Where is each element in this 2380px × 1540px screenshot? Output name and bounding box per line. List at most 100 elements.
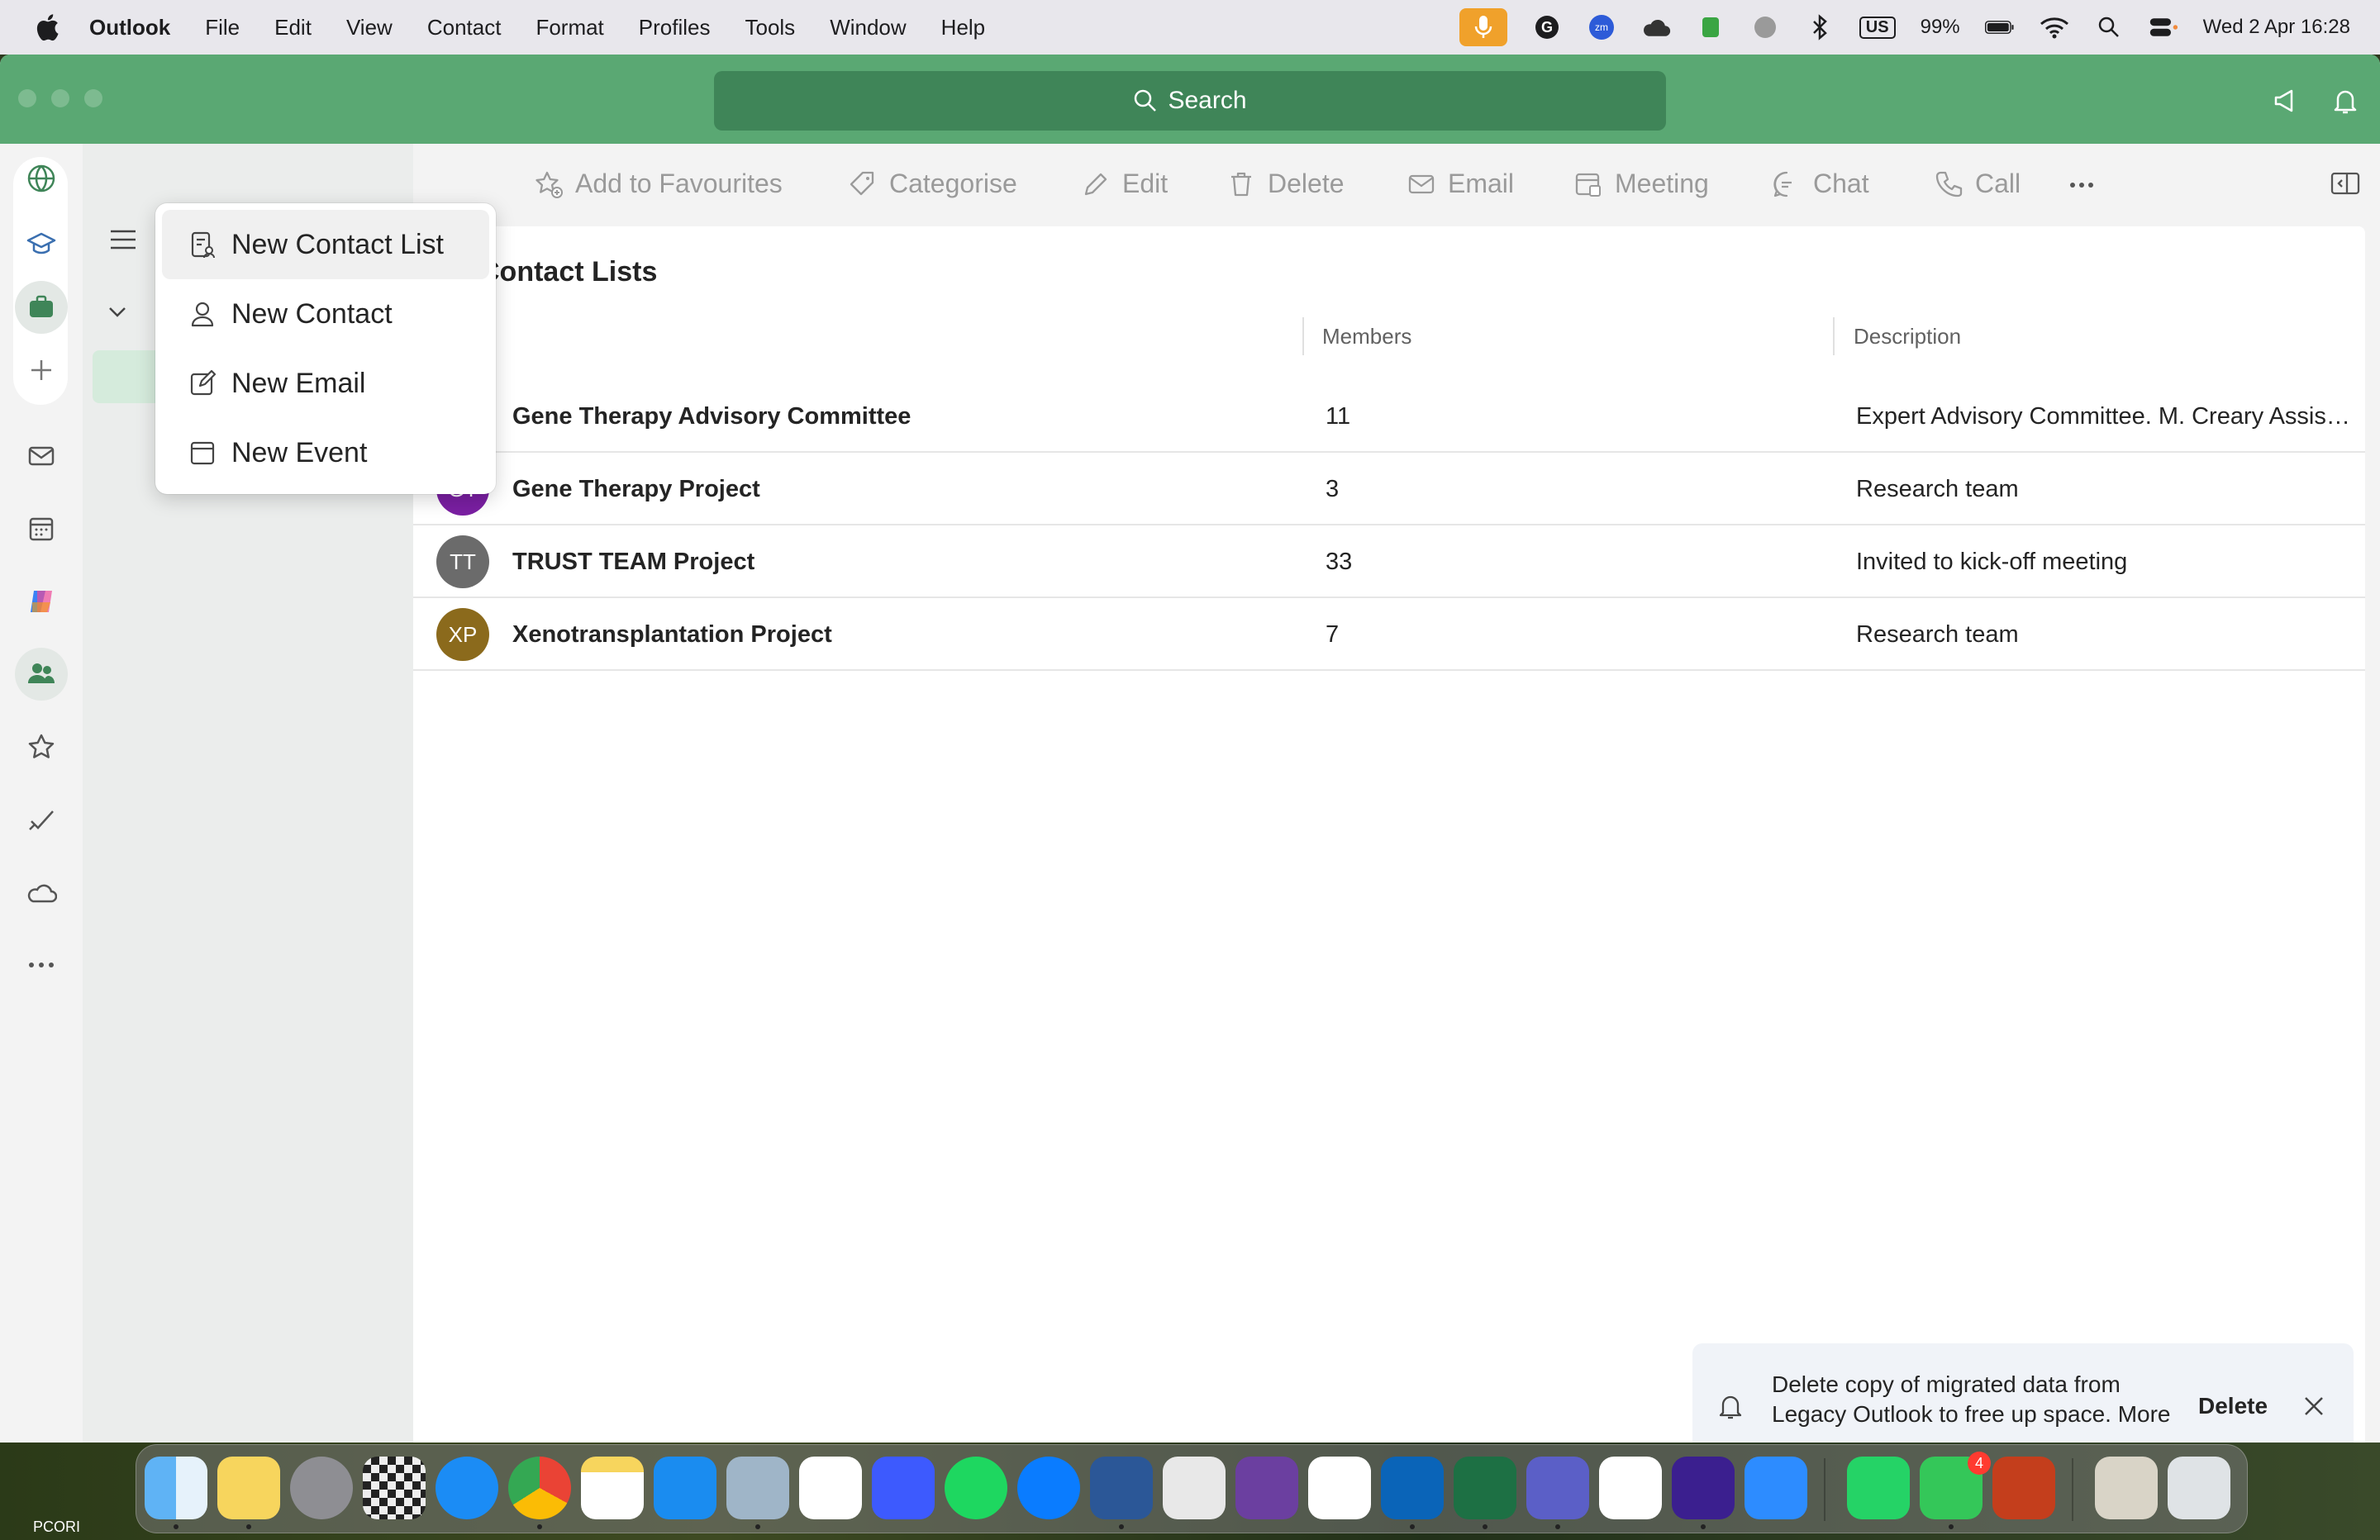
mail-icon[interactable] — [15, 430, 68, 482]
outlook-icon[interactable] — [1381, 1457, 1444, 1519]
column-divider[interactable] — [1833, 317, 1835, 355]
briefcase-icon[interactable] — [15, 281, 68, 334]
add-to-favourites-button[interactable]: Add to Favourites — [534, 169, 783, 199]
graduation-cap-icon[interactable] — [15, 218, 68, 271]
teams-icon[interactable] — [1526, 1457, 1589, 1519]
copilot-icon[interactable] — [15, 575, 68, 628]
zoom-tray-icon[interactable]: zm — [1587, 12, 1616, 42]
grammarly-dock-icon[interactable] — [1672, 1457, 1735, 1519]
globe-account-icon[interactable] — [15, 152, 68, 205]
menu-item-new-email[interactable]: New Email — [162, 349, 489, 418]
cloud-icon[interactable] — [1641, 12, 1671, 42]
chrome-icon[interactable] — [508, 1457, 571, 1519]
onedrive-icon[interactable] — [15, 866, 68, 919]
menu-item-new-contact-list[interactable]: New Contact List — [162, 210, 489, 279]
spotlight-search-icon[interactable] — [2094, 12, 2124, 42]
page-title: Contact Lists — [479, 256, 658, 288]
menu-tools[interactable]: Tools — [745, 15, 795, 40]
slack-icon[interactable] — [1308, 1457, 1371, 1519]
bluetooth-icon[interactable] — [1805, 12, 1835, 42]
menu-item-new-event[interactable]: New Event — [162, 418, 489, 487]
system-settings-icon[interactable] — [290, 1457, 353, 1519]
control-center-icon[interactable] — [2149, 12, 2178, 42]
safari-icon[interactable] — [436, 1457, 498, 1519]
notes-icon[interactable] — [581, 1457, 644, 1519]
column-header-members[interactable]: Members — [1322, 324, 1411, 349]
menu-edit[interactable]: Edit — [274, 15, 312, 40]
toggle-pane-icon[interactable] — [2330, 170, 2360, 197]
add-account-icon[interactable] — [15, 344, 68, 397]
obsidian-icon[interactable] — [1235, 1457, 1298, 1519]
edit-button[interactable]: Edit — [1081, 169, 1168, 199]
pencil-app-icon[interactable] — [872, 1457, 935, 1519]
table-row[interactable]: TT TRUST TEAM Project 33 Invited to kick… — [413, 525, 2365, 598]
menu-window[interactable]: Window — [830, 15, 906, 40]
categorise-button[interactable]: Categorise — [848, 169, 1017, 199]
megaphone-icon[interactable] — [2273, 86, 2302, 116]
people-icon[interactable] — [15, 648, 68, 701]
minimize-window-button[interactable] — [51, 89, 69, 107]
whatsapp-icon[interactable] — [1847, 1457, 1910, 1519]
menu-view[interactable]: View — [346, 15, 393, 40]
messenger-icon[interactable] — [1017, 1457, 1080, 1519]
evernote-icon[interactable] — [1696, 12, 1726, 42]
zotero-icon[interactable] — [1163, 1457, 1226, 1519]
meeting-button[interactable]: Meeting — [1573, 169, 1709, 199]
chess-icon[interactable] — [363, 1457, 426, 1519]
grammarly-icon[interactable]: G — [1532, 12, 1562, 42]
table-row[interactable]: Gene Therapy Advisory Committee 11 Exper… — [413, 380, 2365, 453]
list-description: Research team — [1856, 476, 2019, 502]
menu-profiles[interactable]: Profiles — [639, 15, 711, 40]
more-apps-icon[interactable] — [15, 939, 68, 991]
keyboard-layout[interactable]: US — [1859, 16, 1896, 39]
tasks-icon[interactable] — [15, 793, 68, 846]
star-icon[interactable] — [15, 720, 68, 773]
list-description: Research team — [1856, 621, 2019, 648]
menubar-clock[interactable]: Wed 2 Apr 16:28 — [2203, 16, 2350, 39]
close-window-button[interactable] — [18, 89, 36, 107]
wifi-icon[interactable] — [2040, 12, 2069, 42]
app-store-icon[interactable] — [654, 1457, 716, 1519]
chevron-down-icon[interactable] — [107, 306, 127, 319]
apple-icon[interactable] — [35, 13, 60, 41]
downloads-stack-icon[interactable] — [2095, 1457, 2158, 1519]
stickies-icon[interactable] — [217, 1457, 280, 1519]
title-bar: Search — [0, 55, 2380, 144]
email-button[interactable]: Email — [1407, 169, 1514, 199]
column-divider[interactable] — [1302, 317, 1304, 355]
word-icon[interactable] — [1090, 1457, 1153, 1519]
excel-icon[interactable] — [1454, 1457, 1516, 1519]
menu-format[interactable]: Format — [536, 15, 603, 40]
more-options-icon[interactable] — [2069, 182, 2094, 188]
close-icon[interactable] — [2301, 1393, 2327, 1419]
table-row[interactable]: XP Xenotransplantation Project 7 Researc… — [413, 598, 2365, 671]
menu-help[interactable]: Help — [941, 15, 985, 40]
table-row[interactable]: GT Gene Therapy Project 3 Research team — [413, 453, 2365, 525]
spotify-icon[interactable] — [945, 1457, 1007, 1519]
battery-icon[interactable] — [1984, 12, 2015, 42]
delete-button[interactable]: Delete — [1226, 169, 1345, 199]
reminders-icon[interactable] — [799, 1457, 862, 1519]
notification-delete-button[interactable]: Delete — [2198, 1393, 2268, 1419]
finder-icon[interactable] — [145, 1457, 207, 1519]
call-button[interactable]: Call — [1934, 169, 2021, 199]
menu-app-outlook[interactable]: Outlook — [89, 15, 170, 40]
preview-icon[interactable] — [726, 1457, 789, 1519]
zoom-window-button[interactable] — [84, 89, 102, 107]
microphone-icon[interactable] — [1459, 8, 1507, 46]
bell-icon[interactable] — [2330, 86, 2360, 116]
chatgpt-icon[interactable] — [1599, 1457, 1662, 1519]
trash-icon[interactable] — [2168, 1457, 2230, 1519]
column-header-description[interactable]: Description — [1854, 324, 1961, 349]
menu-file[interactable]: File — [205, 15, 240, 40]
hamburger-menu-icon[interactable] — [109, 228, 137, 251]
menu-contact[interactable]: Contact — [427, 15, 502, 40]
chat-button[interactable]: Chat — [1772, 169, 1869, 199]
search-box[interactable]: Search — [714, 71, 1666, 131]
menu-item-new-contact[interactable]: New Contact — [162, 279, 489, 349]
globe-icon[interactable] — [1750, 12, 1780, 42]
compose-icon — [190, 369, 217, 396]
powerpoint-icon[interactable] — [1992, 1457, 2055, 1519]
calendar-icon[interactable] — [15, 502, 68, 555]
zoom-icon[interactable] — [1745, 1457, 1807, 1519]
